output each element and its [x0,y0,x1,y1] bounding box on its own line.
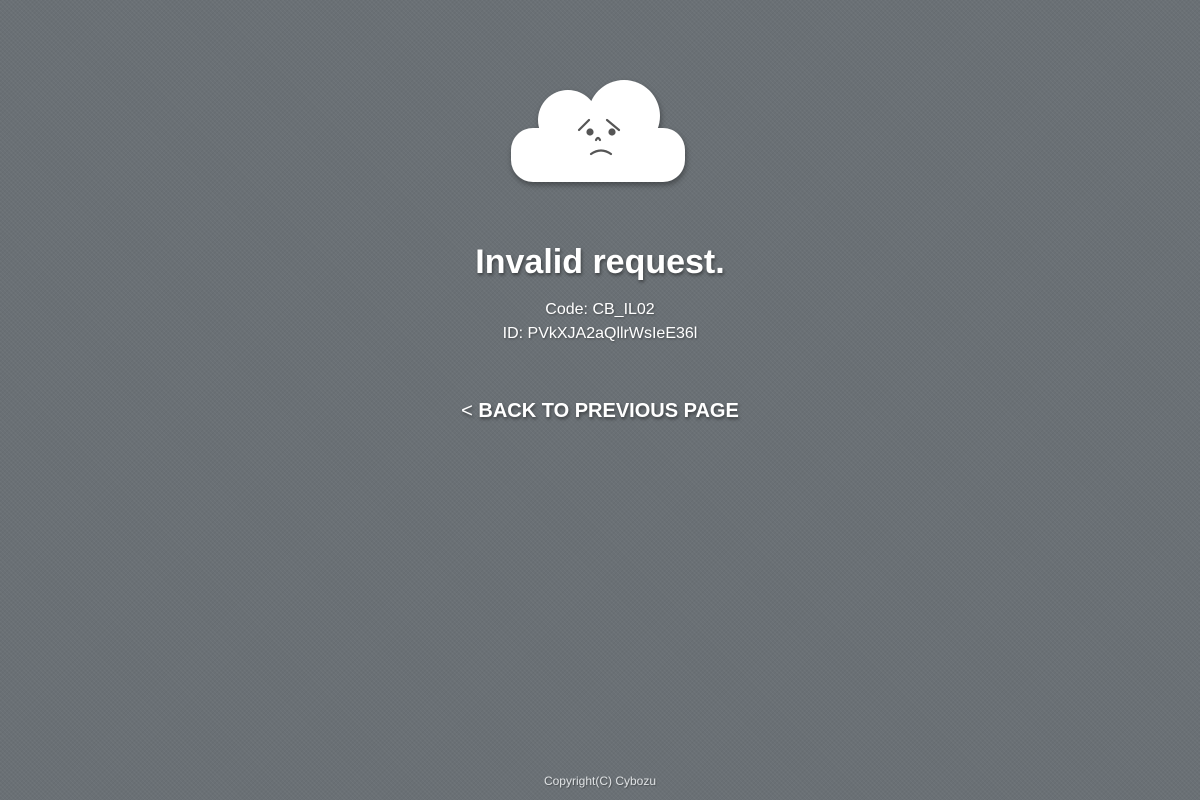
back-to-previous-page-link[interactable]: < BACK TO PREVIOUS PAGE [461,400,739,422]
sad-cloud-icon [505,76,695,196]
error-id: ID: PVkXJA2aQllrWsIeE36l [502,325,698,342]
error-code: Code: CB_IL02 [545,301,655,318]
chevron-left-icon: < [461,400,473,422]
back-link-label: BACK TO PREVIOUS PAGE [478,400,739,422]
copyright-footer: Copyright(C) Cybozu [543,774,657,788]
error-title: Invalid request. [475,243,725,281]
back-link-container: < BACK TO PREVIOUS PAGE [0,399,1200,423]
